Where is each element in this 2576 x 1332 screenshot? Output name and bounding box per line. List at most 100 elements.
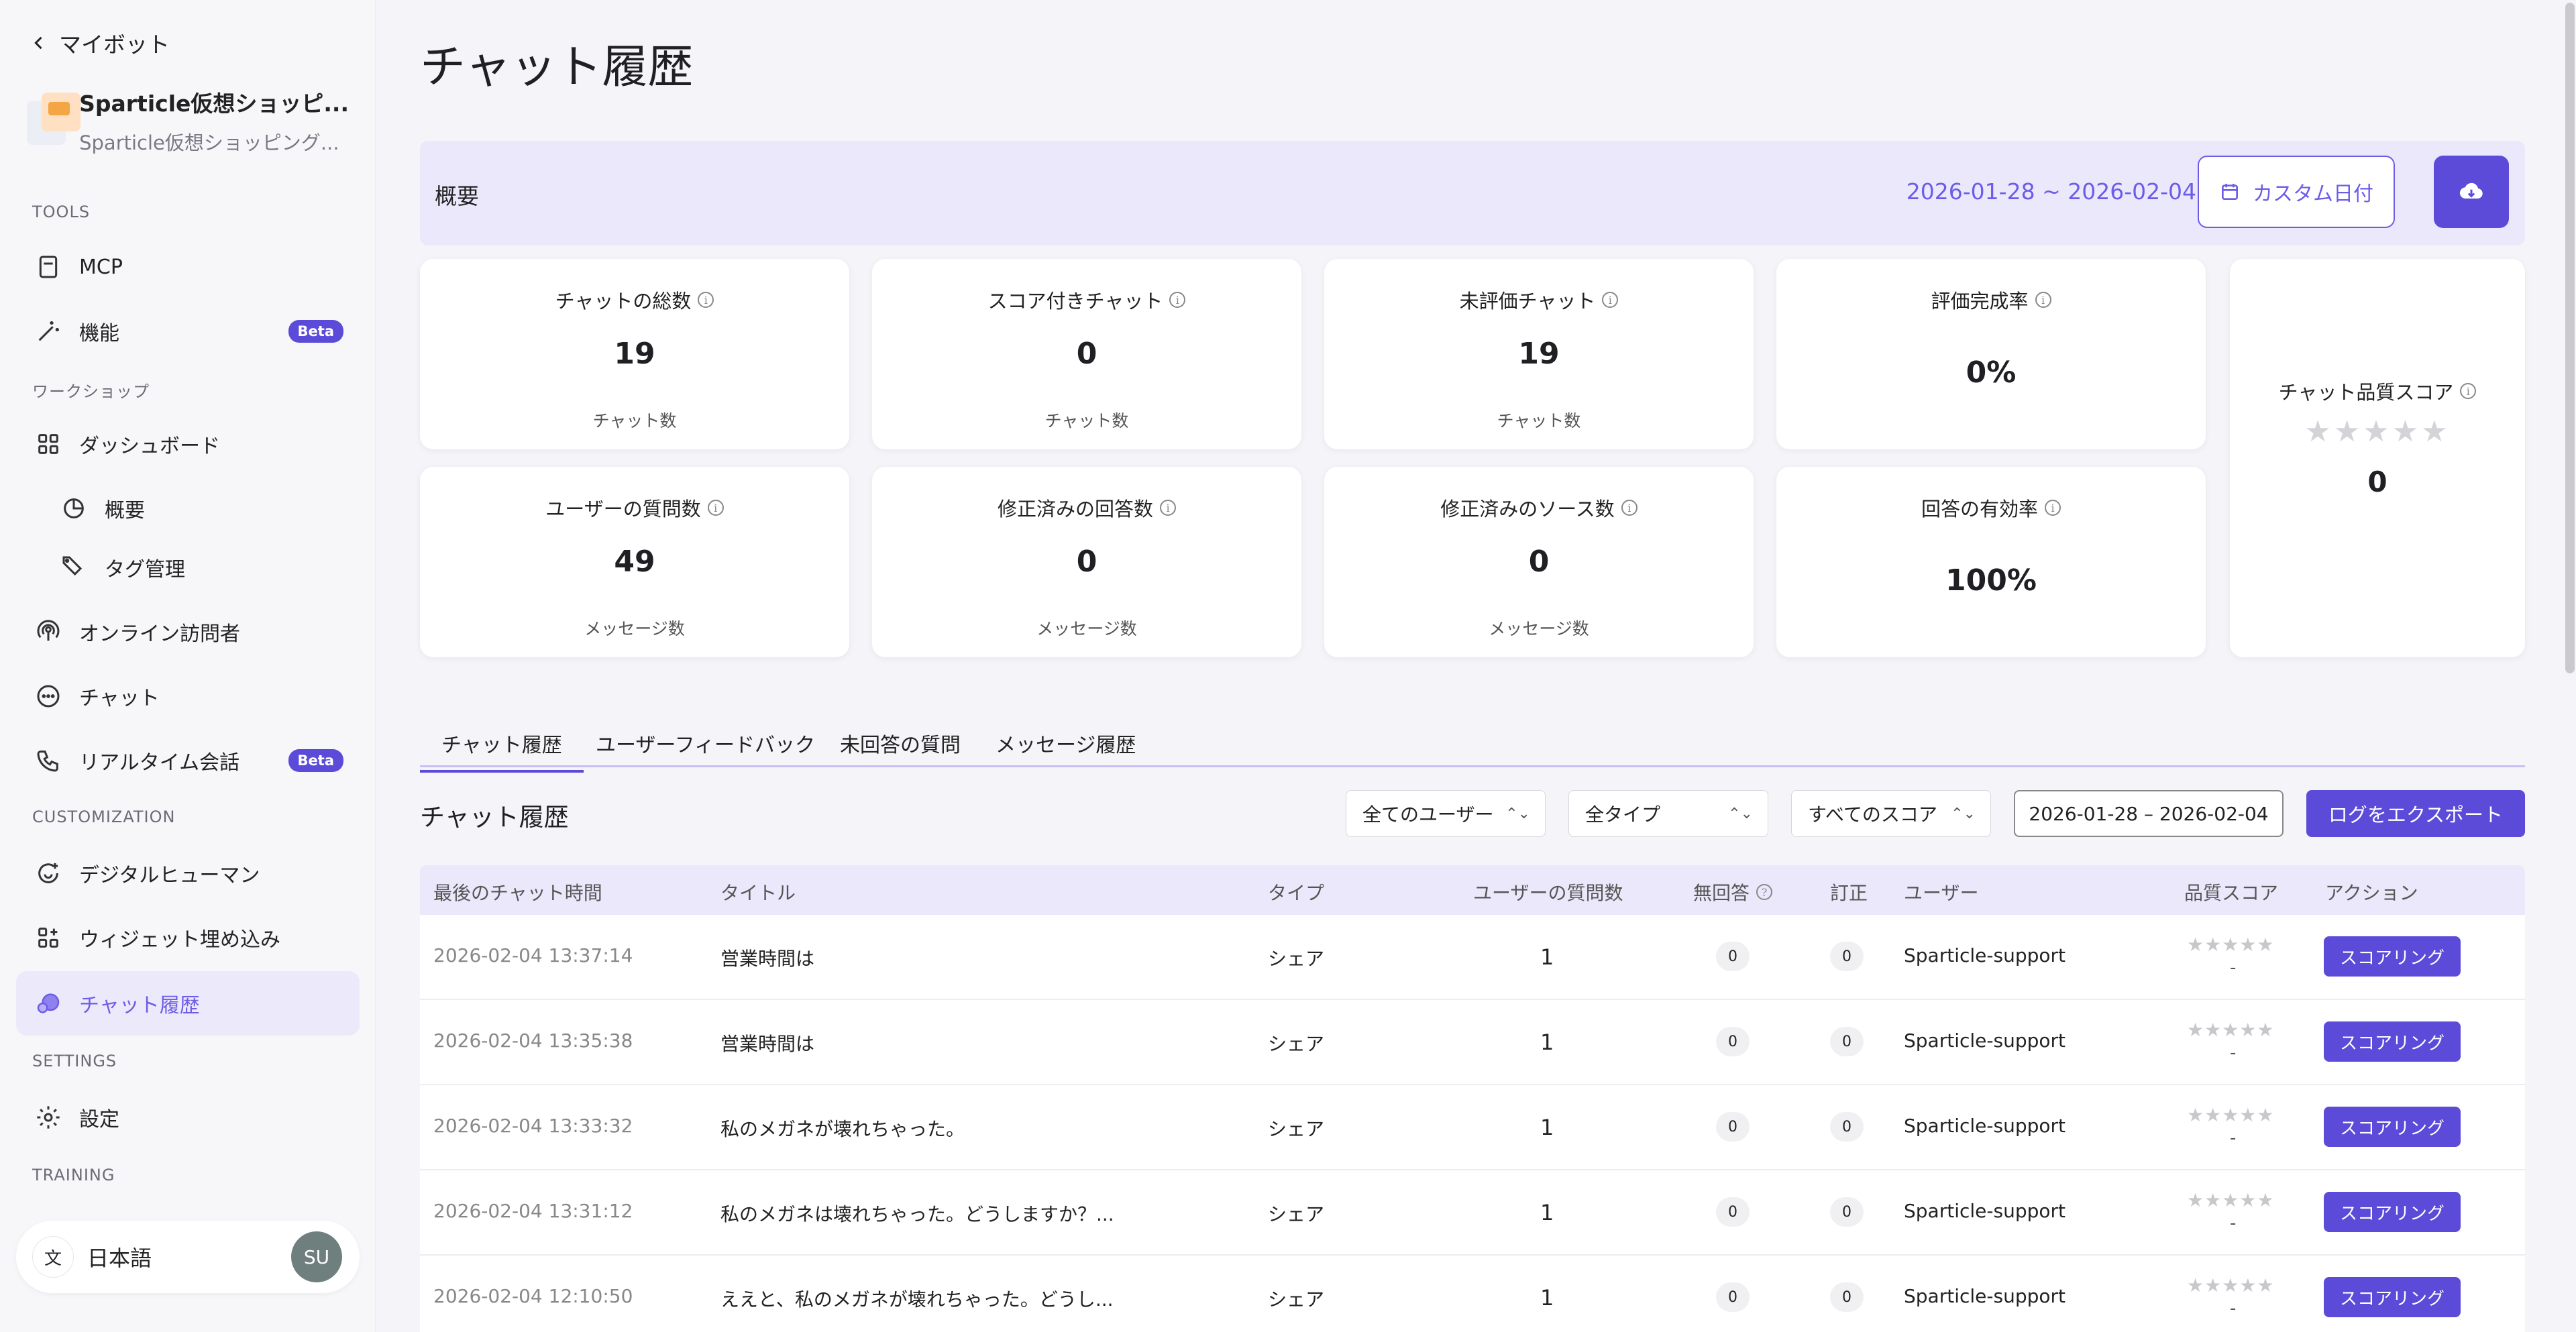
- cell-score: -: [2230, 1128, 2237, 1148]
- table-row[interactable]: 2026-02-04 13:31:12 私のメガネは壊れちゃった。どうしますか？…: [420, 1170, 2525, 1256]
- scrollbar[interactable]: [2565, 3, 2575, 673]
- header-title: タイトル: [720, 882, 796, 904]
- custom-date-button[interactable]: カスタム日付: [2198, 156, 2395, 228]
- sidebar-item-label: ダッシュボード: [79, 435, 220, 458]
- back-label: マイボット: [59, 32, 170, 58]
- sidebar-item-label: オンライン訪問者: [79, 622, 240, 646]
- quality-score-card: チャット品質スコア i ★★★★★ 0: [2230, 259, 2525, 657]
- overview-date-range: 2026-01-28 ~ 2026-02-04: [1906, 178, 2196, 205]
- stat-value: 49: [614, 545, 655, 579]
- stat-title: 未評価チャット: [1459, 290, 1596, 313]
- score-filter-select[interactable]: すべてのスコア ⌃⌄: [1791, 790, 1991, 837]
- cell-questions: 1: [1540, 1115, 1554, 1140]
- table-row[interactable]: 2026-02-04 13:35:38 営業時間は シェア 1 0 0 Spar…: [420, 1000, 2525, 1085]
- cell-questions: 1: [1540, 1285, 1554, 1311]
- language-switcher[interactable]: 文 日本語 SU: [16, 1221, 360, 1293]
- document-icon: [34, 252, 63, 282]
- header-corrections: 訂正: [1830, 882, 1868, 904]
- export-log-button[interactable]: ログをエクスポート: [2306, 790, 2525, 837]
- sidebar-item-widget[interactable]: ウィジェット埋め込み: [16, 905, 360, 970]
- sidebar-item-tags[interactable]: タグ管理: [16, 535, 360, 600]
- info-icon[interactable]: i: [707, 500, 724, 516]
- cell-unanswered: 0: [1716, 942, 1750, 971]
- tag-icon: [59, 553, 89, 582]
- info-icon[interactable]: i: [1602, 292, 1619, 308]
- cell-time: 2026-02-04 13:35:38: [433, 1030, 633, 1052]
- info-icon[interactable]: i: [2035, 292, 2051, 308]
- stat-unit: チャット数: [1497, 411, 1581, 431]
- type-filter-select[interactable]: 全タイプ ⌃⌄: [1568, 790, 1768, 837]
- header-time[interactable]: 最後のチャット時間: [433, 879, 602, 905]
- tab-chat-history[interactable]: チャット履歴: [420, 728, 584, 773]
- info-icon[interactable]: i: [2460, 383, 2477, 399]
- star-rating-icon: ★★★★★: [2187, 1189, 2275, 1211]
- cell-type: シェア: [1268, 1203, 1325, 1225]
- download-button[interactable]: [2434, 156, 2509, 228]
- stat-title: 修正済みの回答数: [997, 498, 1153, 520]
- info-icon[interactable]: i: [1621, 500, 1638, 516]
- tab-message-history[interactable]: メッセージ履歴: [996, 728, 1136, 758]
- sidebar-item-label: 概要: [105, 499, 145, 522]
- tab-user-feedback[interactable]: ユーザーフィードバック: [596, 728, 815, 758]
- language-label: 日本語: [87, 1245, 152, 1271]
- scoring-button[interactable]: スコアリング: [2324, 1107, 2461, 1147]
- section-customization: CUSTOMIZATION: [32, 808, 176, 826]
- scoring-button[interactable]: スコアリング: [2324, 1192, 2461, 1232]
- table-row[interactable]: 2026-02-04 13:33:32 私のメガネが壊れちゃった。 シェア 1 …: [420, 1085, 2525, 1170]
- stat-title: スコア付きチャット: [987, 290, 1163, 313]
- scoring-button[interactable]: スコアリング: [2324, 936, 2461, 977]
- header-questions[interactable]: ユーザーの質問数: [1473, 879, 1623, 905]
- bot-card[interactable]: Sparticle仮想ショッピ... Sparticle仮想ショッピング...: [27, 85, 349, 158]
- sidebar-item-settings[interactable]: 設定: [16, 1085, 360, 1150]
- sidebar-item-mcp[interactable]: MCP: [16, 235, 360, 299]
- header-unanswered: 無回答?: [1693, 879, 1773, 905]
- stat-card-answer-rate: 回答の有効率 i 100%: [1776, 467, 2206, 657]
- avatar[interactable]: SU: [291, 1231, 342, 1282]
- info-icon[interactable]: i: [698, 292, 714, 308]
- stat-card-scored-chats: スコア付きチャット i 0 チャット数: [872, 259, 1301, 449]
- stat-title: 回答の有効率: [1921, 498, 2038, 520]
- user-filter-select[interactable]: 全てのユーザー ⌃⌄: [1346, 790, 1546, 837]
- sidebar-item-overview[interactable]: 概要: [16, 476, 360, 541]
- sidebar-item-digital-human[interactable]: デジタルヒューマン: [16, 841, 360, 905]
- sidebar-item-dashboard[interactable]: ダッシュボード: [16, 412, 360, 476]
- scoring-button[interactable]: スコアリング: [2324, 1277, 2461, 1317]
- back-to-mybot-link[interactable]: マイボット: [30, 27, 170, 59]
- sidebar-item-features[interactable]: 機能 Beta: [16, 299, 360, 364]
- info-icon[interactable]: i: [1169, 292, 1186, 308]
- sidebar-item-label: 機能: [79, 322, 119, 345]
- cell-corrections: 0: [1830, 1112, 1864, 1142]
- stat-card-fixed-sources: 修正済みのソース数 i 0 メッセージ数: [1324, 467, 1754, 657]
- cell-user: Sparticle-support: [1904, 1285, 2065, 1307]
- section-settings: SETTINGS: [32, 1052, 117, 1070]
- sidebar-item-online-visitors[interactable]: オンライン訪問者: [16, 600, 360, 664]
- sidebar-item-chat-history[interactable]: チャット履歴: [16, 971, 360, 1036]
- stat-value: 19: [614, 337, 655, 371]
- cloud-download-icon: [2459, 182, 2483, 199]
- table-row[interactable]: 2026-02-04 12:10:50 ええと、私のメガネが壊れちゃった。どうし…: [420, 1256, 2525, 1332]
- star-rating-icon: ★★★★★: [2187, 1274, 2275, 1296]
- cell-time: 2026-02-04 13:31:12: [433, 1200, 633, 1222]
- sidebar-item-realtime[interactable]: リアルタイム会話 Beta: [16, 728, 360, 793]
- scoring-button[interactable]: スコアリング: [2324, 1021, 2461, 1062]
- info-icon[interactable]: i: [2045, 500, 2061, 516]
- cell-score: -: [2230, 1043, 2237, 1063]
- chat-bubble-icon: [34, 681, 63, 711]
- help-icon[interactable]: ?: [1756, 884, 1773, 900]
- cell-type: シェア: [1268, 948, 1325, 970]
- stat-title: 評価完成率: [1931, 290, 2029, 313]
- cell-score: -: [2230, 1213, 2237, 1233]
- stat-value: 0: [1076, 545, 1097, 579]
- date-range-input[interactable]: 2026-01-28 – 2026-02-04: [2014, 790, 2284, 837]
- info-icon[interactable]: i: [1160, 500, 1176, 516]
- stat-value: 0: [1076, 337, 1097, 371]
- tab-unanswered[interactable]: 未回答の質問: [840, 728, 961, 758]
- table-row[interactable]: 2026-02-04 13:37:14 営業時間は シェア 1 0 0 Spar…: [420, 915, 2525, 1000]
- star-rating-icon: ★★★★★: [2187, 1019, 2275, 1041]
- beta-badge: Beta: [288, 749, 343, 772]
- cell-title: 営業時間は: [720, 1033, 815, 1055]
- chevron-left-icon: [34, 36, 42, 50]
- sidebar-item-chat[interactable]: チャット: [16, 664, 360, 728]
- bot-avatar: [27, 93, 80, 146]
- stat-card-unrated-chats: 未評価チャット i 19 チャット数: [1324, 259, 1754, 449]
